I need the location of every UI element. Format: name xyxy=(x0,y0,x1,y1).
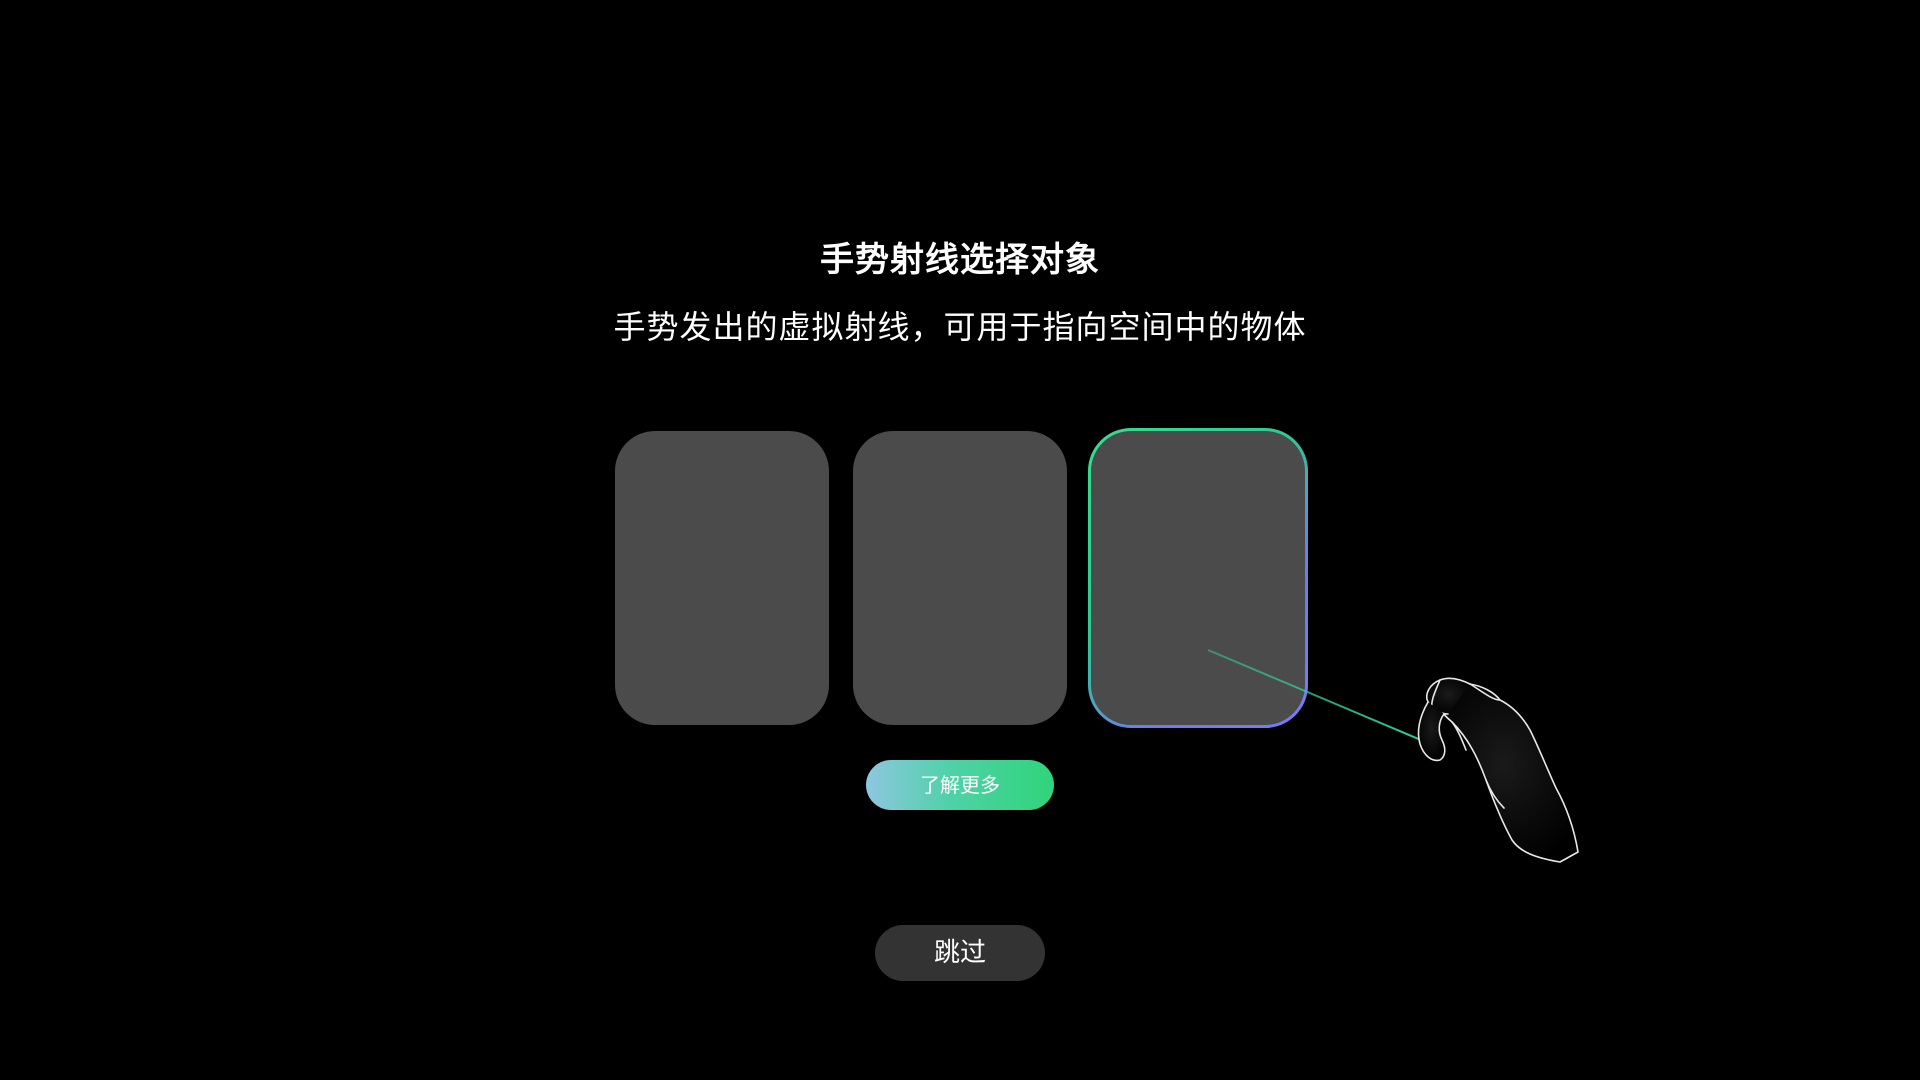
skip-button[interactable]: 跳过 xyxy=(875,925,1045,981)
demo-card-2[interactable] xyxy=(853,431,1067,725)
demo-card-3-selected[interactable] xyxy=(1088,428,1308,728)
pinch-hand-icon xyxy=(1417,677,1579,863)
demo-card-1[interactable] xyxy=(615,431,829,725)
gesture-onboarding-screen: 手势射线选择对象 手势发出的虚拟射线，可用于指向空间中的物体 了解更多 跳过 xyxy=(0,0,1920,1080)
page-title: 手势射线选择对象 xyxy=(820,240,1100,280)
demo-card-3-surface xyxy=(1091,431,1305,725)
page-subtitle: 手势发出的虚拟射线，可用于指向空间中的物体 xyxy=(613,308,1307,346)
learn-more-button[interactable]: 了解更多 xyxy=(866,760,1054,810)
